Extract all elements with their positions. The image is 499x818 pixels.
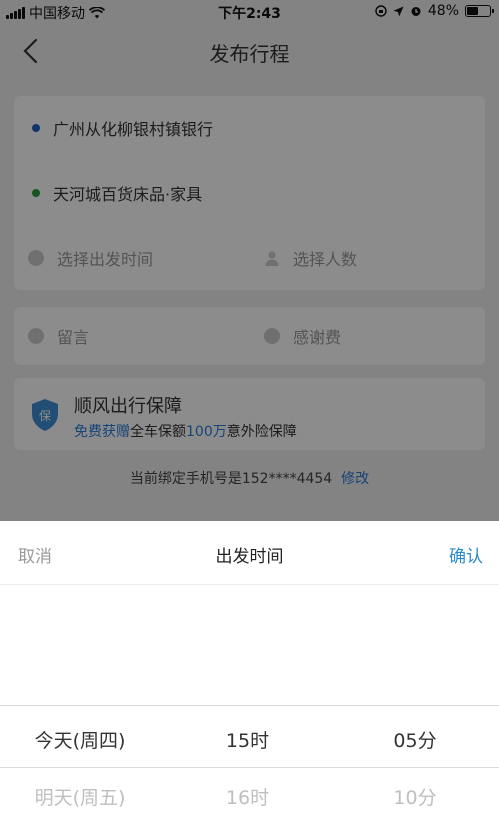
time-picker-sheet: 取消 出发时间 确认 今天(周四) 15时 05分 明天(周五) 16时 10分 [0, 521, 499, 818]
hour-option[interactable]: 16时 [170, 783, 325, 810]
picker-header: 取消 出发时间 确认 [0, 521, 499, 585]
modal-backdrop[interactable] [0, 0, 499, 521]
minute-option-selected[interactable]: 05分 [335, 726, 495, 753]
confirm-button[interactable]: 确认 [449, 542, 483, 567]
picker-title: 出发时间 [215, 547, 284, 567]
day-option-selected[interactable]: 今天(周四) [0, 726, 160, 753]
picker-selection-top-line [0, 705, 499, 706]
minute-option[interactable]: 10分 [335, 783, 495, 810]
picker-selection-bottom-line [0, 767, 499, 768]
day-option[interactable]: 明天(周五) [0, 783, 160, 810]
hour-option-selected[interactable]: 15时 [170, 726, 325, 753]
